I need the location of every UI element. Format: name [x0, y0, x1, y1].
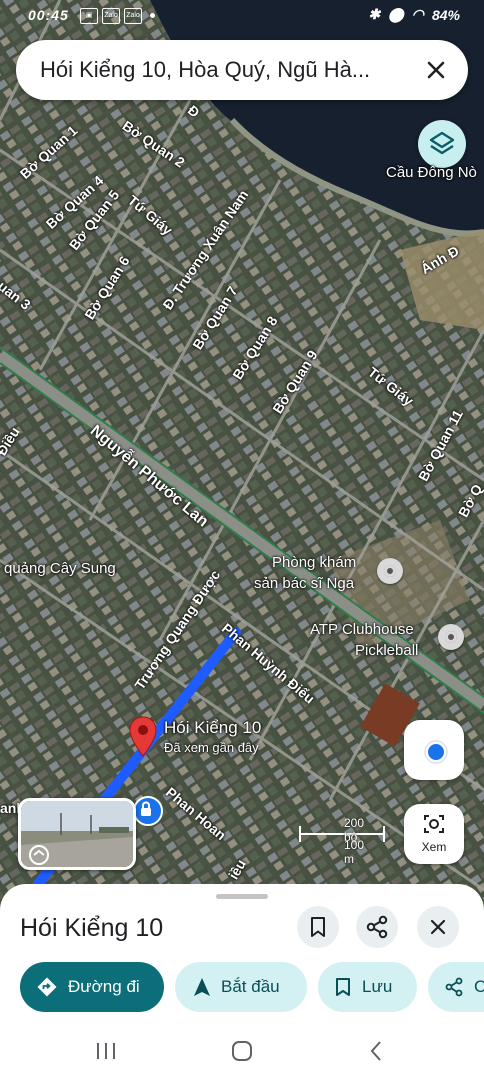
- zalo-icon: Zalo: [102, 8, 120, 24]
- pin-title: Hói Kiểng 10: [164, 718, 262, 737]
- sheet-drag-handle[interactable]: [216, 894, 268, 899]
- status-time: 00:45: [28, 7, 69, 23]
- search-query[interactable]: Hói Kiểng 10, Hòa Quý, Ngũ Hà...: [40, 57, 410, 83]
- map-label-quang-cay-sung[interactable]: quảng Cây Sung: [4, 560, 116, 577]
- save-bookmark-button[interactable]: [297, 906, 339, 948]
- camera-scan-icon: [424, 815, 444, 833]
- close-icon: [430, 919, 446, 935]
- directions-icon: [37, 977, 57, 997]
- navigation-arrow-icon: [194, 978, 210, 996]
- street-view-image: [21, 801, 133, 867]
- home-icon[interactable]: [229, 1038, 255, 1064]
- directions-label: Đường đi: [68, 977, 140, 996]
- start-label: Bắt đầu: [221, 977, 280, 996]
- poi-label-pickleball[interactable]: Pickleball: [355, 642, 418, 659]
- share-chip-button[interactable]: C: [428, 962, 484, 1012]
- recent-apps-icon[interactable]: [93, 1038, 119, 1064]
- directions-button[interactable]: Đường đi: [20, 962, 164, 1012]
- share-chip-label: C: [474, 977, 484, 996]
- bookmark-icon: [311, 917, 325, 937]
- layers-button[interactable]: [418, 120, 466, 168]
- back-icon[interactable]: [364, 1038, 390, 1064]
- close-icon[interactable]: [420, 54, 452, 86]
- pin-subtitle: Đã xem gần đây: [164, 740, 259, 755]
- save-button[interactable]: Lưu: [318, 962, 417, 1012]
- poi-label-phong-kham-line2[interactable]: sản bác sĩ Nga: [254, 575, 354, 592]
- map-label-cau-dong-no[interactable]: Cầu Đông Nò: [386, 164, 477, 181]
- lens-view-button[interactable]: Xem: [404, 804, 464, 864]
- share-icon: [366, 915, 388, 939]
- battery-text: 84%: [431, 6, 460, 23]
- status-notification-icons: ▣ Zalo Zalo: [80, 8, 155, 24]
- wifi-icon: ◠: [411, 6, 424, 22]
- start-navigation-button[interactable]: Bắt đầu: [175, 962, 307, 1012]
- share-button[interactable]: [356, 906, 398, 948]
- poi-label-atp-clubhouse[interactable]: ATP Clubhouse: [310, 621, 414, 638]
- gallery-icon: ▣: [80, 8, 98, 24]
- poi-label-phong-kham[interactable]: Phòng khám: [272, 554, 356, 571]
- more-notifications-dot: [150, 13, 155, 18]
- status-system-icons: ✱ ⬤ ◠ 84%: [368, 6, 460, 23]
- my-location-button[interactable]: [404, 720, 464, 780]
- my-location-icon: [426, 742, 446, 762]
- poi-pin-icon[interactable]: [438, 624, 464, 650]
- bluetooth-icon: ✱: [368, 6, 381, 22]
- save-label: Lưu: [362, 977, 393, 996]
- system-navigation-bar: [0, 1020, 484, 1080]
- poi-pin-icon[interactable]: [377, 558, 403, 584]
- status-bar: 00:45 ▣ Zalo Zalo ✱ ⬤ ◠ 84%: [0, 0, 484, 34]
- close-sheet-button[interactable]: [417, 906, 459, 948]
- search-bar[interactable]: Hói Kiểng 10, Hòa Quý, Ngũ Hà...: [16, 40, 468, 100]
- lock-icon: [141, 801, 151, 816]
- layers-icon: [429, 131, 455, 155]
- share-icon: [445, 977, 463, 997]
- place-title: Hói Kiểng 10: [20, 914, 164, 942]
- lock-badge[interactable]: [133, 796, 163, 826]
- location-pin-icon[interactable]: [128, 716, 158, 758]
- street-view-thumbnail[interactable]: [18, 798, 136, 870]
- lens-view-label: Xem: [421, 840, 447, 854]
- location-icon: ⬤: [388, 6, 404, 22]
- scale-bottom-label: 100 m: [344, 838, 365, 866]
- bookmark-icon: [336, 978, 350, 996]
- zalo-icon: Zalo: [124, 8, 142, 24]
